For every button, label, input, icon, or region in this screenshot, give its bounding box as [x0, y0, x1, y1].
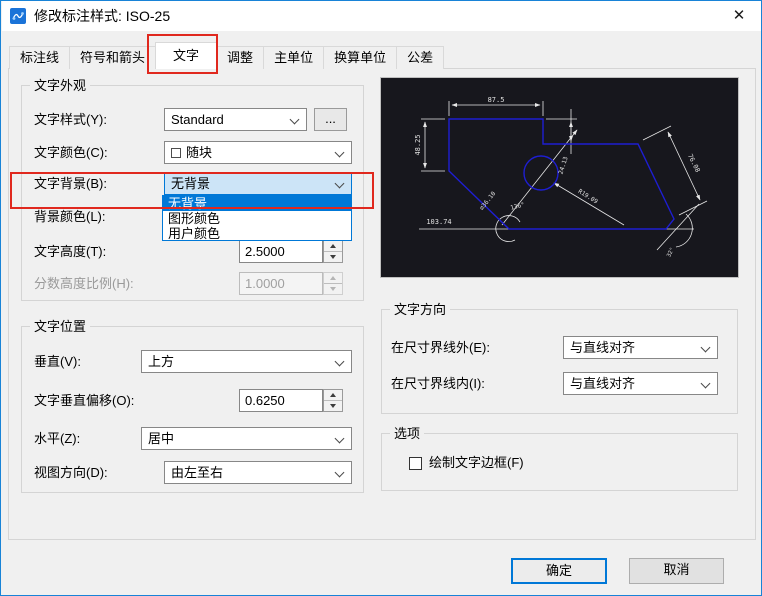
tab-alternate-units[interactable]: 换算单位 [323, 46, 397, 69]
fraction-scale-stepper [323, 272, 343, 295]
fraction-scale-label: 分数高度比例(H): [34, 272, 134, 295]
group-text-appearance-title: 文字外观 [30, 78, 90, 94]
draw-text-frame-label: 绘制文字边框(F) [429, 453, 524, 473]
chevron-down-icon [290, 115, 300, 125]
offset-stepper[interactable] [323, 389, 343, 412]
tab-text[interactable]: 文字 [155, 42, 217, 69]
outside-extension-label: 在尺寸界线外(E): [391, 336, 490, 359]
chevron-down-icon [335, 179, 345, 189]
text-style-label: 文字样式(Y): [34, 108, 107, 131]
stepper-up-icon [324, 273, 342, 284]
dim-label-right: 76.08 [686, 153, 702, 174]
group-text-direction: 文字方向 [381, 309, 738, 414]
chevron-down-icon [335, 357, 345, 367]
text-style-value: Standard [171, 112, 224, 127]
chevron-down-icon [701, 343, 711, 353]
ok-button[interactable]: 确定 [511, 558, 607, 584]
tab-primary-units[interactable]: 主单位 [263, 46, 324, 69]
view-direction-value: 由左至右 [171, 465, 223, 480]
group-options-title: 选项 [390, 426, 424, 442]
text-fill-dropdown-list: 无背景 图形颜色 用户颜色 [162, 195, 352, 241]
tab-tolerances[interactable]: 公差 [396, 46, 444, 69]
dim-label-bottom-left: 103.74 [426, 218, 451, 226]
text-color-combobox[interactable]: 随块 [164, 141, 352, 164]
stepper-down-icon[interactable] [324, 401, 342, 412]
group-text-direction-title: 文字方向 [390, 302, 450, 318]
chevron-down-icon [701, 379, 711, 389]
background-color-label: 背景颜色(L): [34, 205, 106, 228]
inside-extension-value: 与直线对齐 [570, 376, 635, 391]
tab-fit[interactable]: 调整 [216, 46, 264, 69]
app-icon [10, 8, 26, 24]
dim-label-top: 87.5 [488, 96, 505, 104]
vertical-combobox[interactable]: 上方 [141, 350, 352, 373]
draw-text-frame-checkbox[interactable] [409, 457, 422, 470]
text-color-value: 随块 [186, 145, 212, 160]
offset-label: 文字垂直偏移(O): [34, 389, 134, 412]
text-fill-value: 无背景 [171, 176, 210, 191]
vertical-label: 垂直(V): [34, 350, 81, 373]
style-preview: 87.5 48.25 103.74 136° ⌀36.10 24.13 R19.… [380, 77, 739, 278]
group-text-placement-title: 文字位置 [30, 319, 90, 335]
horizontal-value: 居中 [148, 431, 174, 446]
text-color-label: 文字颜色(C): [34, 141, 108, 164]
dim-label-angle: 136° [510, 201, 526, 212]
fraction-scale-input: 1.0000 [239, 272, 323, 295]
inside-extension-label: 在尺寸界线内(I): [391, 372, 485, 395]
dim-label-left: 48.25 [414, 134, 422, 155]
chevron-down-icon [335, 434, 345, 444]
stepper-down-icon[interactable] [324, 252, 342, 263]
chevron-down-icon [335, 148, 345, 158]
modify-dimension-style-dialog: 修改标注样式: ISO-25 ✕ 标注线 符号和箭头 文字 调整 主单位 换算单… [0, 0, 762, 596]
stepper-up-icon[interactable] [324, 390, 342, 401]
byblock-color-swatch [171, 148, 181, 158]
view-direction-label: 视图方向(D): [34, 461, 108, 484]
cancel-button[interactable]: 取消 [629, 558, 724, 584]
text-style-combobox[interactable]: Standard [164, 108, 307, 131]
fill-option-user-color[interactable]: 用户颜色 [163, 226, 351, 241]
view-direction-combobox[interactable]: 由左至右 [164, 461, 352, 484]
stepper-up-icon[interactable] [324, 241, 342, 252]
text-height-input[interactable]: 2.5000 [239, 240, 323, 263]
fill-option-drawing-color[interactable]: 图形颜色 [163, 211, 351, 226]
offset-input[interactable]: 0.6250 [239, 389, 323, 412]
text-fill-label: 文字背景(B): [34, 172, 107, 195]
outside-extension-combobox[interactable]: 与直线对齐 [563, 336, 718, 359]
horizontal-combobox[interactable]: 居中 [141, 427, 352, 450]
preview-drawing: 87.5 48.25 103.74 136° ⌀36.10 24.13 R19.… [381, 78, 738, 277]
fill-option-none[interactable]: 无背景 [163, 196, 351, 211]
text-height-label: 文字高度(T): [34, 240, 106, 263]
inside-extension-combobox[interactable]: 与直线对齐 [563, 372, 718, 395]
dialog-title: 修改标注样式: ISO-25 [34, 1, 170, 31]
horizontal-label: 水平(Z): [34, 427, 80, 450]
vertical-value: 上方 [148, 354, 174, 369]
text-style-more-button[interactable]: ... [314, 108, 347, 131]
text-fill-combobox[interactable]: 无背景 [164, 172, 352, 195]
close-button[interactable]: ✕ [716, 1, 762, 31]
chevron-down-icon [335, 468, 345, 478]
tab-lines[interactable]: 标注线 [9, 46, 70, 69]
tab-symbols-arrows[interactable]: 符号和箭头 [69, 46, 156, 69]
tab-strip: 标注线 符号和箭头 文字 调整 主单位 换算单位 公差 [9, 42, 443, 69]
dim-label-step: 24.13 [557, 155, 569, 175]
text-height-stepper[interactable] [323, 240, 343, 263]
dim-label-angle2: 32° [666, 247, 676, 259]
stepper-down-icon [324, 284, 342, 295]
outside-extension-value: 与直线对齐 [570, 340, 635, 355]
title-bar: 修改标注样式: ISO-25 ✕ [2, 1, 762, 31]
